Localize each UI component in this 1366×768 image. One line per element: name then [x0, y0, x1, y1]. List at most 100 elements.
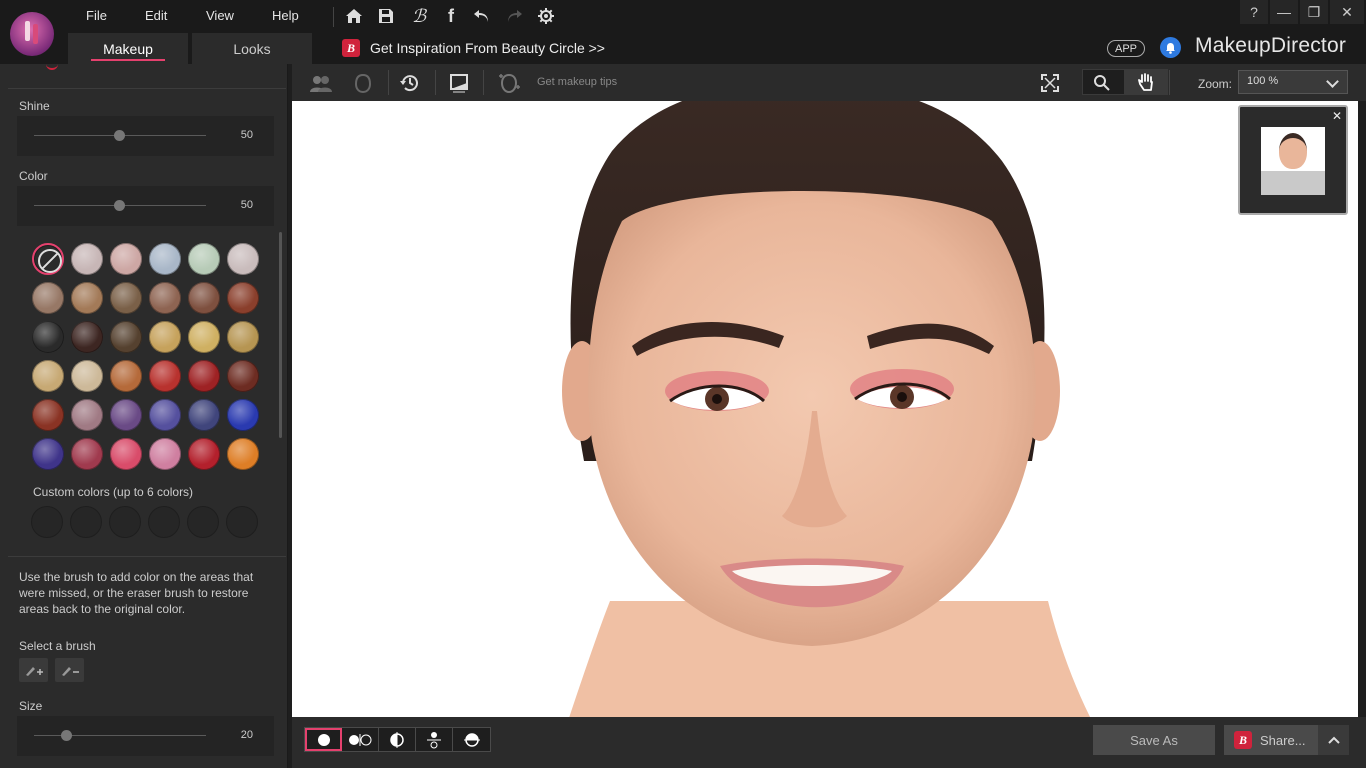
custom-color-slot[interactable]	[226, 506, 258, 538]
color-swatch[interactable]	[227, 282, 259, 314]
color-swatch[interactable]	[188, 243, 220, 275]
active-tab-indicator	[91, 59, 165, 61]
custom-color-slot[interactable]	[187, 506, 219, 538]
menu-help[interactable]: Help	[272, 8, 299, 23]
custom-color-slot[interactable]	[70, 506, 102, 538]
color-swatch[interactable]	[32, 360, 64, 392]
save-as-button[interactable]: Save As	[1093, 725, 1215, 755]
color-swatch[interactable]	[188, 399, 220, 431]
color-swatch[interactable]	[110, 399, 142, 431]
pan-tool-button[interactable]	[1124, 70, 1168, 94]
color-swatch[interactable]	[110, 438, 142, 470]
tab-looks-label: Looks	[233, 40, 271, 57]
color-swatch[interactable]	[149, 438, 181, 470]
panel-scrollbar[interactable]	[279, 232, 282, 438]
menu-file[interactable]: File	[86, 8, 107, 23]
beauty-circle-icon[interactable]: ℬ	[408, 6, 430, 26]
color-swatch[interactable]	[149, 399, 181, 431]
menu-view[interactable]: View	[206, 8, 234, 23]
menu-edit[interactable]: Edit	[145, 8, 167, 23]
beauty-circle-link-text: Get Inspiration From Beauty Circle >>	[370, 40, 605, 56]
navigator-preview-image	[1261, 127, 1325, 195]
color-swatch[interactable]	[71, 399, 103, 431]
color-swatch[interactable]	[188, 282, 220, 314]
restore-button[interactable]: ❐	[1300, 0, 1328, 24]
brush-size-slider[interactable]: 20	[17, 716, 274, 756]
share-expand-button[interactable]	[1318, 725, 1349, 755]
custom-color-slot[interactable]	[148, 506, 180, 538]
minimize-button[interactable]: —	[1270, 0, 1298, 24]
notification-bell-icon[interactable]	[1160, 37, 1181, 58]
color-swatch[interactable]	[71, 360, 103, 392]
tab-makeup[interactable]: Makeup	[68, 33, 188, 64]
size-slider-thumb[interactable]	[61, 730, 72, 741]
color-swatch[interactable]	[188, 321, 220, 353]
app-button[interactable]: APP	[1107, 40, 1145, 57]
color-swatch[interactable]	[71, 243, 103, 275]
top-bottom-button[interactable]	[416, 728, 453, 751]
color-swatch[interactable]	[227, 360, 259, 392]
color-swatch[interactable]	[32, 438, 64, 470]
custom-color-slot[interactable]	[109, 506, 141, 538]
add-brush-button[interactable]	[19, 658, 48, 682]
shine-slider[interactable]: 50	[17, 116, 274, 156]
custom-color-slot[interactable]	[31, 506, 63, 538]
color-swatch[interactable]	[149, 282, 181, 314]
compare-view-icon[interactable]	[447, 71, 471, 95]
color-swatch[interactable]	[149, 360, 181, 392]
zoom-select[interactable]: 100 %	[1238, 70, 1348, 94]
divider	[483, 70, 484, 95]
single-view-button[interactable]	[305, 728, 342, 751]
top-bottom-icon	[427, 731, 441, 748]
redo-icon[interactable]	[503, 6, 525, 26]
color-swatch[interactable]	[188, 438, 220, 470]
color-swatch[interactable]	[110, 282, 142, 314]
color-intensity-slider[interactable]: 50	[17, 186, 274, 226]
color-swatch[interactable]	[227, 438, 259, 470]
face-detect-icon[interactable]	[351, 71, 375, 95]
color-swatch[interactable]	[71, 282, 103, 314]
title-bar: File Edit View Help ℬ f ? — ❐ ✕ Makeup L…	[0, 0, 1366, 64]
settings-icon[interactable]	[535, 6, 557, 26]
makeup-tips-link[interactable]: Get makeup tips	[537, 76, 617, 88]
color-swatch[interactable]	[110, 321, 142, 353]
color-swatch[interactable]	[110, 360, 142, 392]
color-swatch[interactable]	[227, 243, 259, 275]
divider	[8, 556, 286, 557]
compare-faces-icon[interactable]	[309, 71, 333, 95]
tab-looks[interactable]: Looks	[192, 33, 312, 64]
no-color-swatch[interactable]	[32, 243, 64, 275]
shine-slider-thumb[interactable]	[114, 130, 125, 141]
makeup-tips-icon[interactable]	[497, 71, 521, 95]
home-icon[interactable]	[343, 6, 365, 26]
color-swatch[interactable]	[149, 321, 181, 353]
close-navigator-icon[interactable]: ✕	[1332, 109, 1342, 123]
color-swatch[interactable]	[71, 321, 103, 353]
split-vertical-button[interactable]	[379, 728, 416, 751]
split-horizontal-button[interactable]	[453, 728, 490, 751]
help-button[interactable]: ?	[1240, 0, 1268, 24]
color-slider-thumb[interactable]	[114, 200, 125, 211]
history-icon[interactable]	[398, 71, 422, 95]
color-swatch[interactable]	[188, 360, 220, 392]
beauty-circle-link[interactable]: B Get Inspiration From Beauty Circle >>	[342, 39, 605, 57]
color-swatch[interactable]	[71, 438, 103, 470]
color-swatch[interactable]	[32, 282, 64, 314]
share-button[interactable]: B Share...	[1224, 725, 1318, 755]
facebook-icon[interactable]: f	[440, 6, 462, 26]
navigator-thumbnail[interactable]: ✕	[1238, 105, 1348, 215]
color-swatch[interactable]	[149, 243, 181, 275]
color-swatch[interactable]	[227, 321, 259, 353]
save-icon[interactable]	[375, 6, 397, 26]
color-swatch[interactable]	[110, 243, 142, 275]
photo-canvas[interactable]	[292, 101, 1358, 717]
close-button[interactable]: ✕	[1330, 0, 1364, 24]
zoom-tool-icon[interactable]	[1090, 71, 1114, 95]
side-by-side-button[interactable]	[342, 728, 379, 751]
color-swatch[interactable]	[32, 399, 64, 431]
color-swatch[interactable]	[227, 399, 259, 431]
fullscreen-icon[interactable]	[1038, 71, 1062, 95]
color-swatch[interactable]	[32, 321, 64, 353]
undo-icon[interactable]	[471, 6, 493, 26]
eraser-brush-button[interactable]	[55, 658, 84, 682]
